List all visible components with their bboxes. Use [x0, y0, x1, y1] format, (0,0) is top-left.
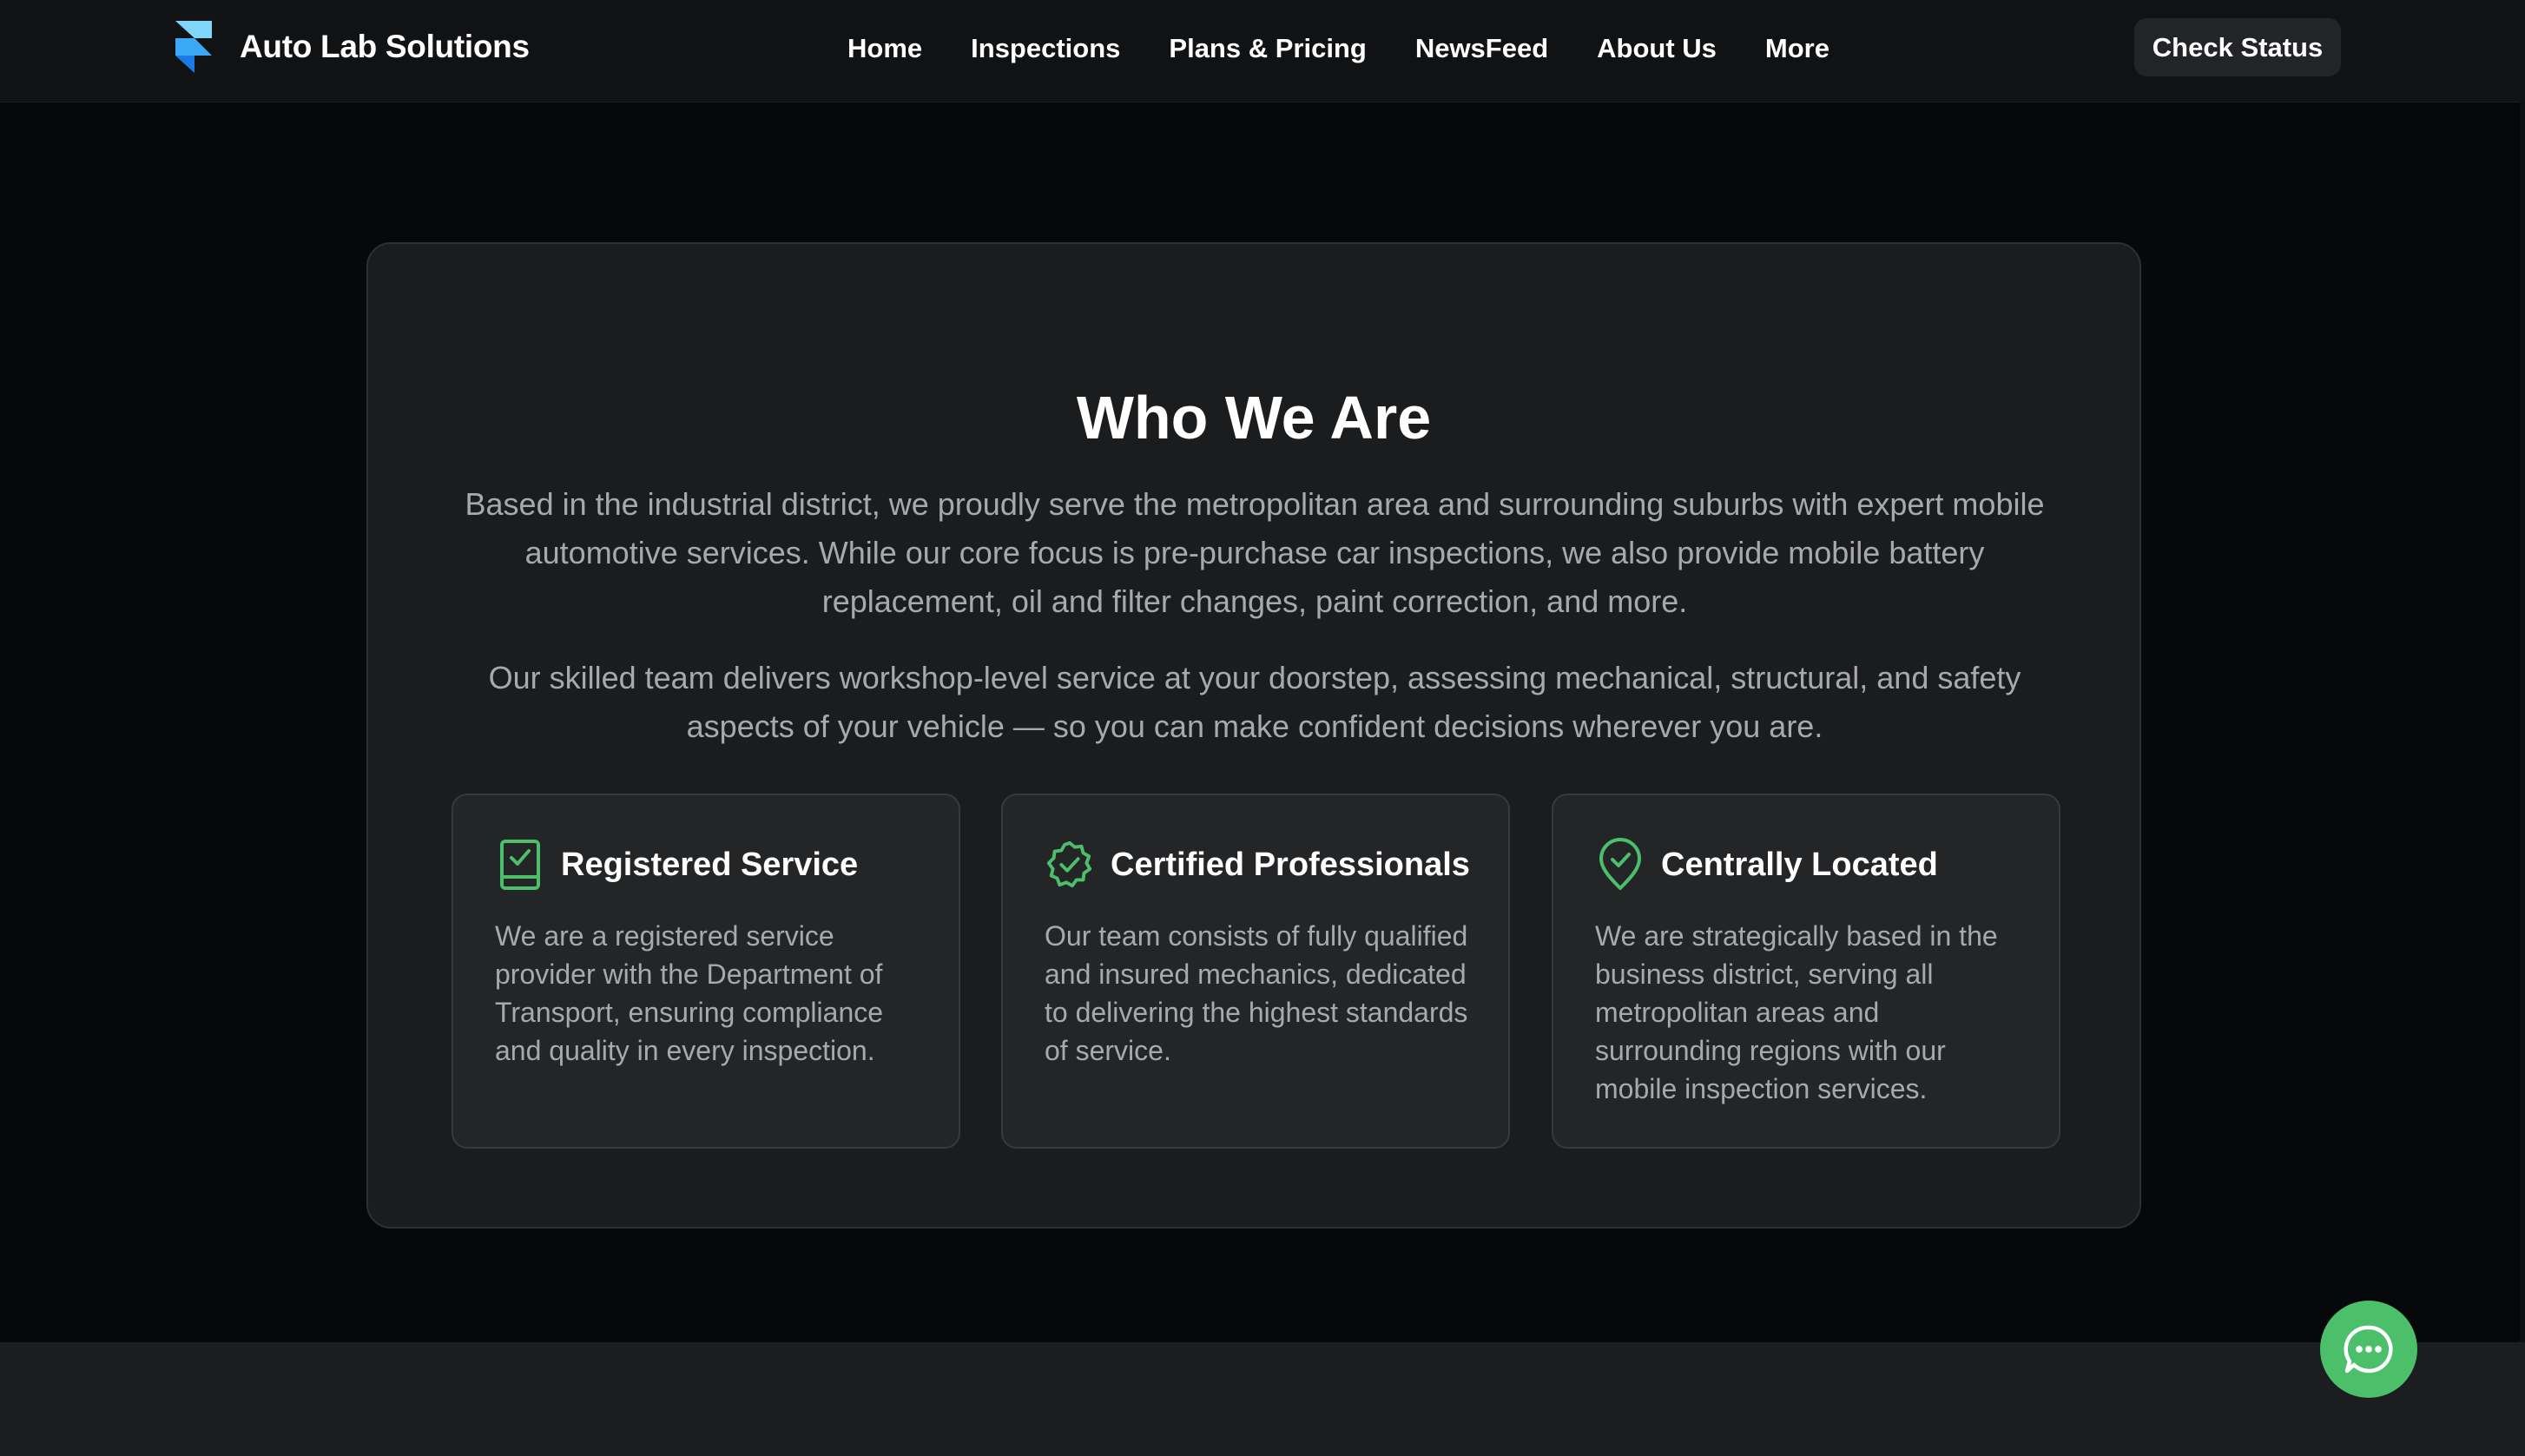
nav-newsfeed[interactable]: NewsFeed: [1415, 33, 1548, 64]
nav-inspections[interactable]: Inspections: [971, 33, 1120, 64]
nav-plans-pricing[interactable]: Plans & Pricing: [1169, 33, 1366, 64]
next-section: [0, 1342, 2525, 1456]
feature-card-registered-service: Registered Service We are a registered s…: [452, 794, 960, 1149]
chat-button[interactable]: [2320, 1301, 2417, 1398]
check-status-button[interactable]: Check Status: [2134, 18, 2341, 76]
feature-description: Our team consists of fully qualified and…: [1045, 920, 1468, 1066]
feature-title: Registered Service: [561, 846, 859, 883]
feature-description: We are a registered service provider wit…: [495, 920, 884, 1066]
brand-name: Auto Lab Solutions: [240, 29, 530, 64]
nav-more[interactable]: More: [1765, 33, 1829, 64]
badge-check-icon: [1045, 838, 1095, 892]
chat-bubble-icon: [2344, 1325, 2393, 1374]
location-check-icon: [1595, 838, 1645, 892]
feature-card-certified-professionals: Certified Professionals Our team consist…: [1001, 794, 1510, 1149]
about-paragraph-1: Based in the industrial district, we pro…: [465, 486, 2045, 619]
feature-header: Centrally Located: [1595, 837, 1938, 893]
who-we-are-card: Who We Are Based in the industrial distr…: [366, 242, 2141, 1229]
feature-header: Registered Service: [495, 837, 858, 893]
framer-logo-icon: [175, 21, 212, 73]
feature-title: Centrally Located: [1661, 846, 1938, 883]
section-title: Who We Are: [1076, 384, 1432, 451]
clipboard-check-icon: [495, 838, 545, 892]
brand[interactable]: Auto Lab Solutions: [174, 17, 530, 76]
nav-home[interactable]: Home: [847, 33, 922, 64]
nav-about-us[interactable]: About Us: [1597, 33, 1717, 64]
feature-title: Certified Professionals: [1111, 846, 1470, 883]
top-navbar: Auto Lab Solutions Home Inspections Plan…: [0, 0, 2525, 102]
about-paragraph-2: Our skilled team delivers workshop-level…: [488, 660, 2021, 744]
feature-header: Certified Professionals: [1045, 837, 1470, 893]
scrollbar-track[interactable]: [2520, 102, 2525, 1342]
main-nav: Home Inspections Plans & Pricing NewsFee…: [847, 24, 1829, 73]
feature-description: We are strategically based in the busine…: [1595, 920, 1998, 1104]
feature-card-centrally-located: Centrally Located We are strategically b…: [1552, 794, 2060, 1149]
